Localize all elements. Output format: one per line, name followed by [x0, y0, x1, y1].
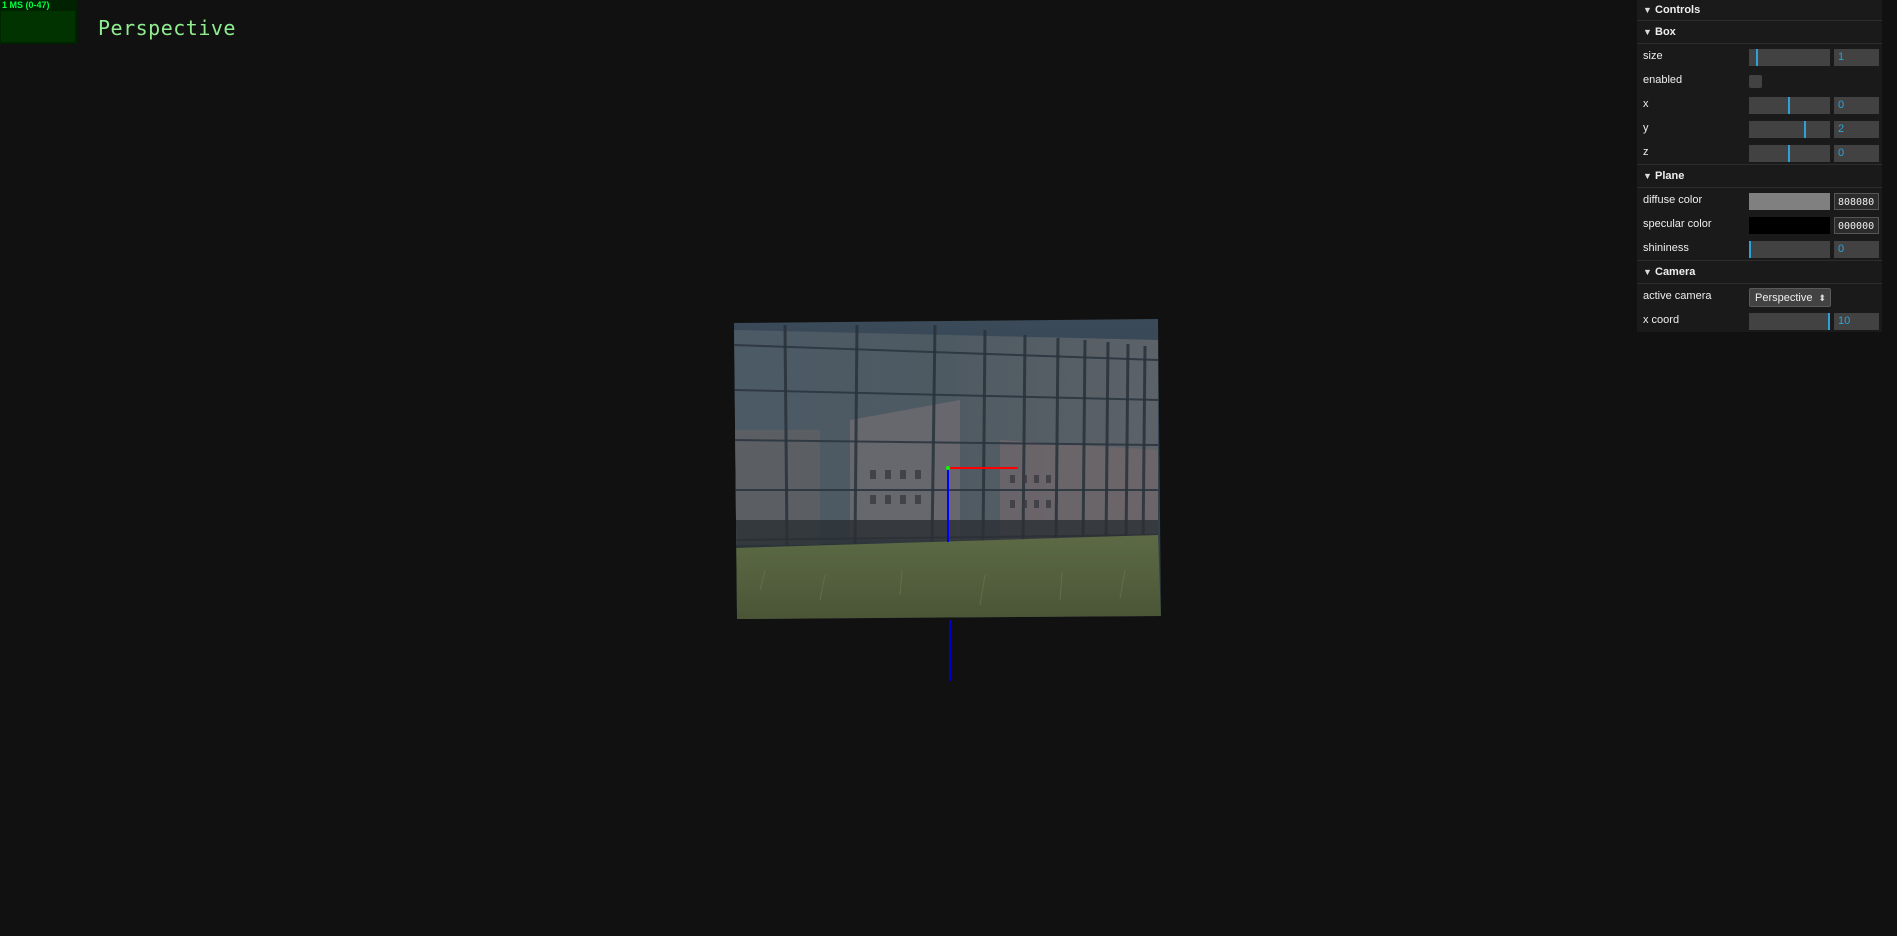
- chevron-down-icon: ▼: [1643, 27, 1652, 37]
- controls-title: Controls: [1655, 4, 1701, 16]
- slider-handle[interactable]: [1749, 241, 1751, 258]
- y-slider[interactable]: [1749, 121, 1830, 138]
- enabled-label: enabled: [1643, 74, 1683, 86]
- size-input[interactable]: 1: [1834, 49, 1879, 66]
- specular-color-swatch[interactable]: [1749, 217, 1830, 234]
- x-coord-slider[interactable]: [1749, 313, 1830, 330]
- chevron-down-icon: ▼: [1643, 171, 1652, 181]
- enabled-checkbox[interactable]: [1749, 75, 1762, 88]
- diffuse-color-input[interactable]: 808080: [1834, 193, 1879, 210]
- select-arrows-icon: ⬍: [1818, 293, 1826, 303]
- x-input[interactable]: 0: [1834, 97, 1879, 114]
- chevron-down-icon: ▼: [1643, 5, 1652, 15]
- control-x: x 0: [1637, 92, 1882, 116]
- size-slider[interactable]: [1749, 49, 1830, 66]
- x-slider[interactable]: [1749, 97, 1830, 114]
- x-label: x: [1643, 98, 1649, 110]
- diffuse-color-swatch[interactable]: [1749, 193, 1830, 210]
- active-camera-select[interactable]: Perspective ⬍: [1749, 288, 1831, 307]
- z-slider[interactable]: [1749, 145, 1830, 162]
- y-axis-point: [946, 466, 950, 470]
- control-size: size 1: [1637, 44, 1882, 68]
- slider-handle[interactable]: [1828, 313, 1830, 330]
- control-diffuse-color: diffuse color 808080: [1637, 188, 1882, 212]
- specular-color-label: specular color: [1643, 218, 1712, 230]
- x-coord-input[interactable]: 10: [1834, 313, 1879, 330]
- diffuse-color-label: diffuse color: [1643, 194, 1703, 206]
- slider-handle[interactable]: [1804, 121, 1806, 138]
- control-z: z 0: [1637, 140, 1882, 164]
- control-y: y 2: [1637, 116, 1882, 140]
- shininess-input[interactable]: 0: [1834, 241, 1879, 258]
- slider-handle[interactable]: [1756, 49, 1758, 66]
- slider-handle[interactable]: [1788, 97, 1790, 114]
- size-label: size: [1643, 50, 1663, 62]
- folder-plane[interactable]: ▼ Plane: [1637, 165, 1882, 188]
- folder-camera[interactable]: ▼ Camera: [1637, 261, 1882, 284]
- control-x-coord: x coord 10: [1637, 308, 1882, 332]
- y-input[interactable]: 2: [1834, 121, 1879, 138]
- specular-color-input[interactable]: 000000: [1834, 217, 1879, 234]
- active-camera-value: Perspective: [1755, 292, 1813, 304]
- control-shininess: shininess 0: [1637, 236, 1882, 260]
- control-active-camera: active camera Perspective ⬍: [1637, 284, 1882, 308]
- shininess-slider[interactable]: [1749, 241, 1830, 258]
- folder-box[interactable]: ▼ Box: [1637, 21, 1882, 44]
- controls-header[interactable]: ▼ Controls: [1637, 0, 1882, 21]
- z-label: z: [1643, 146, 1649, 158]
- folder-box-title: Box: [1655, 26, 1676, 38]
- controls-panel: ▼ Controls ▼ Box size 1 enabled x 0 y 2 z …: [1637, 0, 1882, 332]
- control-specular-color: specular color 000000: [1637, 212, 1882, 236]
- shininess-label: shininess: [1643, 242, 1689, 254]
- control-enabled: enabled: [1637, 68, 1882, 92]
- y-label: y: [1643, 122, 1649, 134]
- x-coord-label: x coord: [1643, 314, 1680, 326]
- folder-plane-title: Plane: [1655, 170, 1685, 182]
- slider-handle[interactable]: [1788, 145, 1790, 162]
- chevron-down-icon: ▼: [1643, 267, 1652, 277]
- active-camera-label: active camera: [1643, 290, 1712, 302]
- folder-camera-title: Camera: [1655, 266, 1696, 278]
- 3d-viewport[interactable]: [0, 0, 1897, 936]
- z-input[interactable]: 0: [1834, 145, 1879, 162]
